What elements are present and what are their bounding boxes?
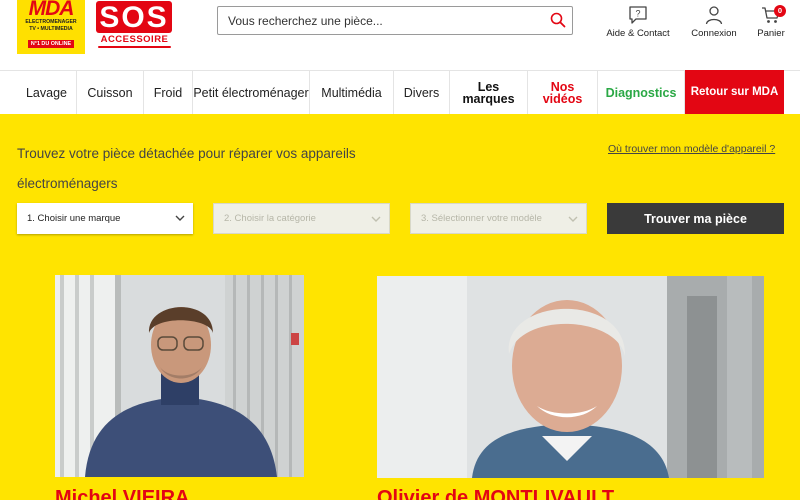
mda-logo-badge: N°1 DU ONLINE [27,40,75,48]
category-select-label: 2. Choisir la catégorie [224,213,316,224]
help-contact-link[interactable]: ? Aide & Contact [603,5,673,39]
brand-select[interactable]: 1. Choisir une marque [17,203,193,234]
help-contact-label: Aide & Contact [606,28,670,39]
help-chat-icon: ? [629,6,647,24]
user-icon [705,6,723,25]
finder-title: Trouvez votre pièce détachée pour répare… [17,146,356,191]
part-finder: Trouvez votre pièce détachée pour répare… [0,114,800,500]
nav-cuisson[interactable]: Cuisson [77,71,144,114]
cart-label: Panier [757,28,785,39]
nav-nos-videos[interactable]: Nos vidéos [528,71,598,114]
sos-accessoire-logo[interactable]: SOS ACCESSOIRE [94,1,175,49]
login-link[interactable]: Connexion [686,5,742,39]
sos-logo-text: SOS [96,1,172,34]
nav-retour-mda[interactable]: Retour sur MDA [685,70,784,114]
portrait-photo [55,275,304,477]
chevron-down-icon [175,215,185,221]
site-header: MDA ELECTROMENAGER TV • MULTIMEDIA N°1 D… [0,0,800,70]
model-select[interactable]: 3. Sélectionner votre modèle [410,203,587,234]
svg-text:?: ? [635,9,640,19]
nav-lavage[interactable]: Lavage [17,71,77,114]
nav-diagnostics[interactable]: Diagnostics [598,71,685,114]
person-name: Michel VIEIRA [55,487,190,500]
main-nav: Lavage Cuisson Froid Petit électroménage… [0,70,800,114]
nav-froid[interactable]: Froid [144,71,193,114]
model-select-label: 3. Sélectionner votre modèle [421,213,542,224]
search-input[interactable] [218,7,538,34]
brand-select-label: 1. Choisir une marque [27,213,121,224]
cart-link[interactable]: Panier 0 [752,5,790,39]
login-label: Connexion [691,28,737,39]
chevron-down-icon [371,216,381,222]
sos-logo-subtitle: ACCESSOIRE [100,34,169,45]
cart-count-badge: 0 [774,5,786,17]
nav-multimedia[interactable]: Multimédia [310,71,394,114]
nav-les-marques[interactable]: Les marques [450,71,528,114]
nav-petit-electromenager[interactable]: Petit électroménager [193,71,310,114]
person-name: Olivier de MONTLIVAULT [377,487,615,500]
portrait-photo [377,276,764,478]
mda-logo[interactable]: MDA ELECTROMENAGER TV • MULTIMEDIA N°1 D… [17,0,85,54]
mda-logo-line2: TV • MULTIMEDIA [29,25,73,32]
find-part-button[interactable]: Trouver ma pièce [607,203,784,234]
category-select[interactable]: 2. Choisir la catégorie [213,203,390,234]
find-model-help-link[interactable]: Où trouver mon modèle d'appareil ? [608,143,775,155]
search-icon[interactable] [550,12,566,28]
chevron-down-icon [568,216,578,222]
nav-divers[interactable]: Divers [394,71,450,114]
search-bar [217,6,573,35]
sos-logo-underline [98,46,171,48]
mda-logo-text: MDA [28,0,75,20]
mda-logo-line1: ELECTROMENAGER [25,19,77,25]
